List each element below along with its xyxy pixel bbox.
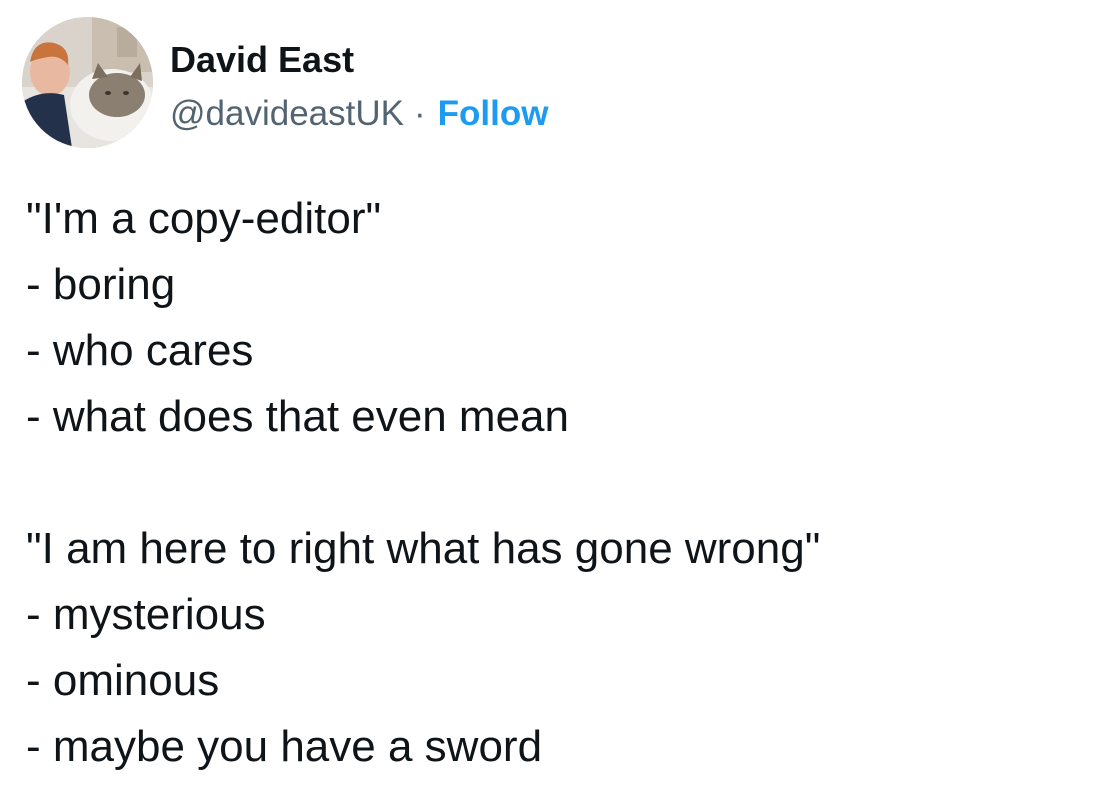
list-item: - mysterious	[26, 590, 266, 639]
author-handle[interactable]: @davideastUK	[170, 94, 404, 133]
list-item: - ominous	[26, 656, 220, 705]
profile-photo-icon	[22, 17, 153, 148]
author-meta-row: @davideastUK · Follow	[170, 92, 548, 136]
tweet-text: "I'm a copy-editor" - boring - who cares…	[26, 186, 1086, 780]
follow-button[interactable]: Follow	[438, 94, 549, 133]
author-name[interactable]: David East	[170, 38, 354, 82]
list-item: - what does that even mean	[26, 392, 569, 441]
separator-dot: ·	[413, 94, 426, 133]
avatar[interactable]	[22, 17, 153, 148]
list-item: - boring	[26, 260, 176, 309]
tweet-card: David East @davideastUK · Follow "I'm a co…	[0, 0, 1106, 788]
quote-line: "I am here to right what has gone wrong"	[26, 524, 821, 573]
list-item: - maybe you have a sword	[26, 722, 543, 771]
list-item: - who cares	[26, 326, 254, 375]
quote-line: "I'm a copy-editor"	[26, 194, 382, 243]
